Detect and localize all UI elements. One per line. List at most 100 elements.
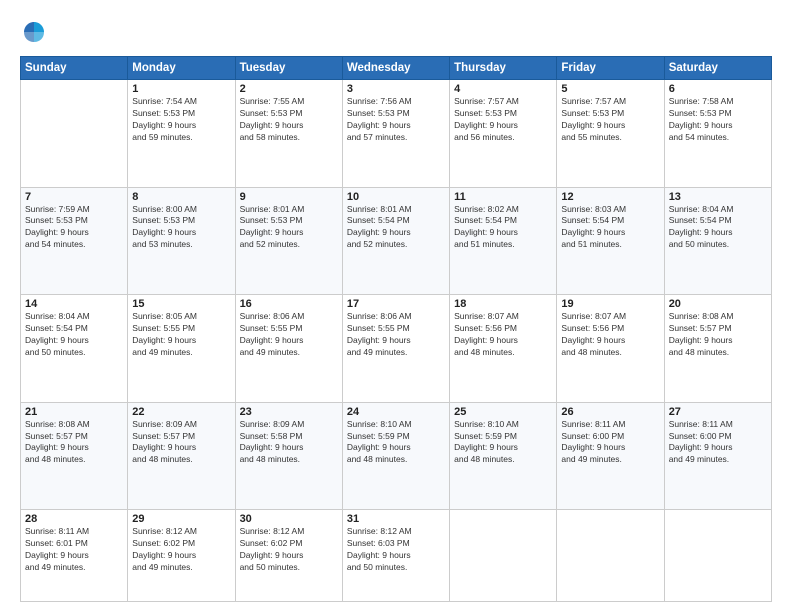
day-info: Sunrise: 8:10 AM Sunset: 5:59 PM Dayligh… (454, 419, 552, 467)
header (20, 18, 772, 46)
calendar-body: 1Sunrise: 7:54 AM Sunset: 5:53 PM Daylig… (21, 80, 772, 602)
day-number: 31 (347, 513, 445, 525)
calendar-cell: 26Sunrise: 8:11 AM Sunset: 6:00 PM Dayli… (557, 402, 664, 510)
day-info: Sunrise: 8:11 AM Sunset: 6:01 PM Dayligh… (25, 526, 123, 574)
day-number: 2 (240, 83, 338, 95)
page: SundayMondayTuesdayWednesdayThursdayFrid… (0, 0, 792, 612)
day-number: 8 (132, 191, 230, 203)
day-info: Sunrise: 8:05 AM Sunset: 5:55 PM Dayligh… (132, 311, 230, 359)
day-info: Sunrise: 7:56 AM Sunset: 5:53 PM Dayligh… (347, 96, 445, 144)
day-info: Sunrise: 8:12 AM Sunset: 6:02 PM Dayligh… (240, 526, 338, 574)
day-number: 26 (561, 406, 659, 418)
day-number: 16 (240, 298, 338, 310)
calendar-cell: 13Sunrise: 8:04 AM Sunset: 5:54 PM Dayli… (664, 187, 771, 295)
weekday-header: Friday (557, 57, 664, 80)
day-number: 22 (132, 406, 230, 418)
day-number: 4 (454, 83, 552, 95)
day-info: Sunrise: 8:09 AM Sunset: 5:57 PM Dayligh… (132, 419, 230, 467)
day-number: 15 (132, 298, 230, 310)
day-number: 1 (132, 83, 230, 95)
calendar-cell: 19Sunrise: 8:07 AM Sunset: 5:56 PM Dayli… (557, 295, 664, 403)
calendar-cell: 20Sunrise: 8:08 AM Sunset: 5:57 PM Dayli… (664, 295, 771, 403)
logo (20, 18, 52, 46)
day-number: 20 (669, 298, 767, 310)
day-info: Sunrise: 7:57 AM Sunset: 5:53 PM Dayligh… (561, 96, 659, 144)
day-info: Sunrise: 8:06 AM Sunset: 5:55 PM Dayligh… (347, 311, 445, 359)
day-number: 18 (454, 298, 552, 310)
day-info: Sunrise: 7:58 AM Sunset: 5:53 PM Dayligh… (669, 96, 767, 144)
day-number: 23 (240, 406, 338, 418)
day-info: Sunrise: 7:57 AM Sunset: 5:53 PM Dayligh… (454, 96, 552, 144)
day-info: Sunrise: 8:10 AM Sunset: 5:59 PM Dayligh… (347, 419, 445, 467)
weekday-header: Tuesday (235, 57, 342, 80)
calendar-cell: 30Sunrise: 8:12 AM Sunset: 6:02 PM Dayli… (235, 510, 342, 602)
calendar-cell (21, 80, 128, 188)
day-info: Sunrise: 7:55 AM Sunset: 5:53 PM Dayligh… (240, 96, 338, 144)
calendar-cell: 1Sunrise: 7:54 AM Sunset: 5:53 PM Daylig… (128, 80, 235, 188)
day-info: Sunrise: 8:01 AM Sunset: 5:53 PM Dayligh… (240, 204, 338, 252)
day-number: 30 (240, 513, 338, 525)
day-number: 27 (669, 406, 767, 418)
day-number: 17 (347, 298, 445, 310)
calendar-cell: 23Sunrise: 8:09 AM Sunset: 5:58 PM Dayli… (235, 402, 342, 510)
day-info: Sunrise: 8:11 AM Sunset: 6:00 PM Dayligh… (561, 419, 659, 467)
calendar-cell: 22Sunrise: 8:09 AM Sunset: 5:57 PM Dayli… (128, 402, 235, 510)
day-info: Sunrise: 8:01 AM Sunset: 5:54 PM Dayligh… (347, 204, 445, 252)
day-number: 10 (347, 191, 445, 203)
calendar-cell (664, 510, 771, 602)
calendar-cell: 16Sunrise: 8:06 AM Sunset: 5:55 PM Dayli… (235, 295, 342, 403)
weekday-header: Wednesday (342, 57, 449, 80)
day-number: 28 (25, 513, 123, 525)
calendar-cell: 29Sunrise: 8:12 AM Sunset: 6:02 PM Dayli… (128, 510, 235, 602)
day-number: 11 (454, 191, 552, 203)
calendar-cell: 7Sunrise: 7:59 AM Sunset: 5:53 PM Daylig… (21, 187, 128, 295)
calendar-cell: 9Sunrise: 8:01 AM Sunset: 5:53 PM Daylig… (235, 187, 342, 295)
day-number: 24 (347, 406, 445, 418)
calendar-cell: 25Sunrise: 8:10 AM Sunset: 5:59 PM Dayli… (450, 402, 557, 510)
day-number: 19 (561, 298, 659, 310)
day-number: 21 (25, 406, 123, 418)
calendar-cell: 18Sunrise: 8:07 AM Sunset: 5:56 PM Dayli… (450, 295, 557, 403)
calendar-cell: 10Sunrise: 8:01 AM Sunset: 5:54 PM Dayli… (342, 187, 449, 295)
calendar-cell (557, 510, 664, 602)
weekday-header: Thursday (450, 57, 557, 80)
weekday-header: Saturday (664, 57, 771, 80)
day-number: 25 (454, 406, 552, 418)
day-number: 3 (347, 83, 445, 95)
calendar-cell: 8Sunrise: 8:00 AM Sunset: 5:53 PM Daylig… (128, 187, 235, 295)
day-info: Sunrise: 8:11 AM Sunset: 6:00 PM Dayligh… (669, 419, 767, 467)
calendar-cell: 2Sunrise: 7:55 AM Sunset: 5:53 PM Daylig… (235, 80, 342, 188)
weekday-row: SundayMondayTuesdayWednesdayThursdayFrid… (21, 57, 772, 80)
day-number: 13 (669, 191, 767, 203)
calendar-cell: 14Sunrise: 8:04 AM Sunset: 5:54 PM Dayli… (21, 295, 128, 403)
day-info: Sunrise: 8:09 AM Sunset: 5:58 PM Dayligh… (240, 419, 338, 467)
day-info: Sunrise: 8:12 AM Sunset: 6:02 PM Dayligh… (132, 526, 230, 574)
day-info: Sunrise: 8:04 AM Sunset: 5:54 PM Dayligh… (25, 311, 123, 359)
calendar-cell: 11Sunrise: 8:02 AM Sunset: 5:54 PM Dayli… (450, 187, 557, 295)
calendar-header: SundayMondayTuesdayWednesdayThursdayFrid… (21, 57, 772, 80)
day-info: Sunrise: 8:03 AM Sunset: 5:54 PM Dayligh… (561, 204, 659, 252)
day-info: Sunrise: 8:04 AM Sunset: 5:54 PM Dayligh… (669, 204, 767, 252)
day-info: Sunrise: 8:07 AM Sunset: 5:56 PM Dayligh… (454, 311, 552, 359)
day-number: 7 (25, 191, 123, 203)
calendar-cell: 27Sunrise: 8:11 AM Sunset: 6:00 PM Dayli… (664, 402, 771, 510)
day-number: 12 (561, 191, 659, 203)
calendar-cell: 31Sunrise: 8:12 AM Sunset: 6:03 PM Dayli… (342, 510, 449, 602)
day-number: 9 (240, 191, 338, 203)
day-info: Sunrise: 8:08 AM Sunset: 5:57 PM Dayligh… (669, 311, 767, 359)
day-info: Sunrise: 8:06 AM Sunset: 5:55 PM Dayligh… (240, 311, 338, 359)
calendar: SundayMondayTuesdayWednesdayThursdayFrid… (20, 56, 772, 602)
day-number: 5 (561, 83, 659, 95)
calendar-cell: 17Sunrise: 8:06 AM Sunset: 5:55 PM Dayli… (342, 295, 449, 403)
weekday-header: Monday (128, 57, 235, 80)
calendar-cell (450, 510, 557, 602)
calendar-cell: 15Sunrise: 8:05 AM Sunset: 5:55 PM Dayli… (128, 295, 235, 403)
logo-icon (20, 18, 48, 46)
calendar-cell: 28Sunrise: 8:11 AM Sunset: 6:01 PM Dayli… (21, 510, 128, 602)
day-number: 29 (132, 513, 230, 525)
day-number: 6 (669, 83, 767, 95)
day-info: Sunrise: 7:54 AM Sunset: 5:53 PM Dayligh… (132, 96, 230, 144)
day-info: Sunrise: 8:08 AM Sunset: 5:57 PM Dayligh… (25, 419, 123, 467)
day-number: 14 (25, 298, 123, 310)
calendar-cell: 12Sunrise: 8:03 AM Sunset: 5:54 PM Dayli… (557, 187, 664, 295)
